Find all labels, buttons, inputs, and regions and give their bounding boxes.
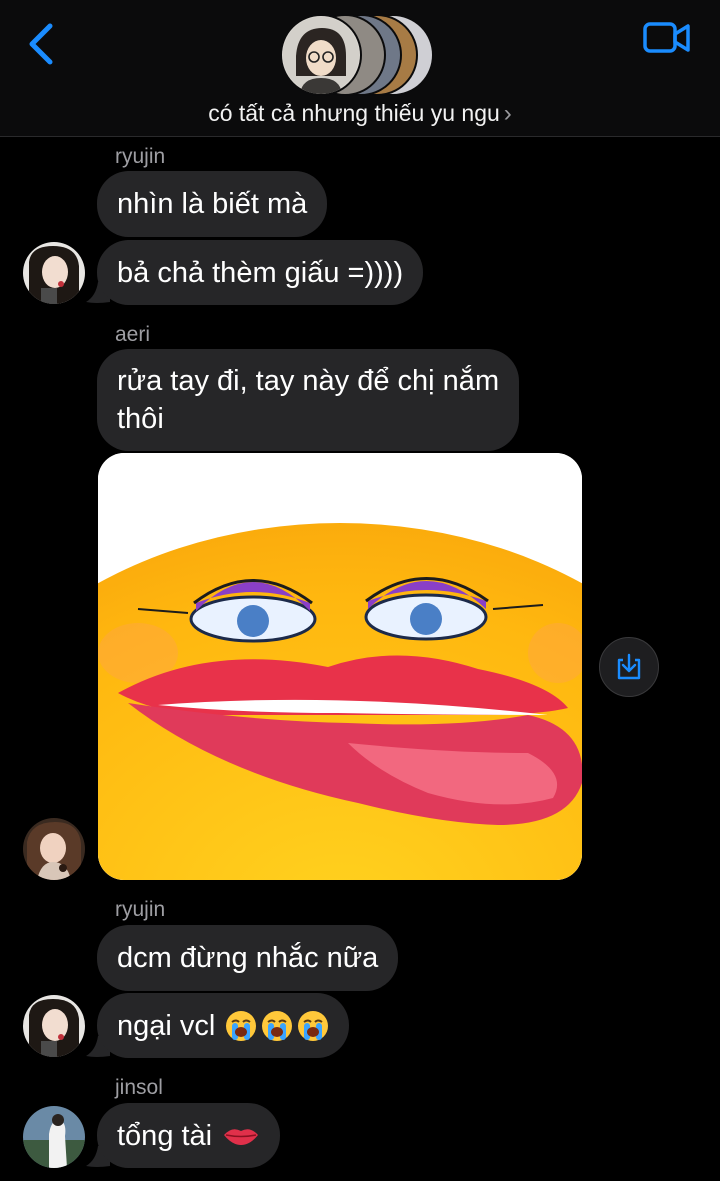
message-bubble[interactable]: rửa tay đi, tay này để chị nắm thôi	[97, 349, 520, 451]
group-title[interactable]: có tất cả nhưng thiếu yu ngu ›	[0, 100, 720, 128]
message-text-line: thôi	[117, 403, 164, 435]
message-bubble[interactable]: bả chả thèm giấu =))))	[97, 240, 424, 305]
group-title-text: có tất cả nhưng thiếu yu ngu	[208, 100, 500, 126]
save-image-button[interactable]	[599, 637, 659, 697]
sender-avatar[interactable]	[23, 995, 85, 1057]
group-avatar-main	[280, 14, 362, 96]
message-bubble[interactable]: tổng tài	[97, 1103, 281, 1168]
chevron-right-icon: ›	[503, 100, 512, 127]
sender-name: aeri	[115, 323, 151, 346]
message-text: tổng tài	[117, 1119, 213, 1152]
chat-header: có tất cả nhưng thiếu yu ngu ›	[0, 0, 720, 137]
sender-avatar[interactable]	[23, 1106, 85, 1168]
sender-avatar[interactable]	[23, 818, 85, 880]
message-bubble[interactable]: ngại vcl	[97, 993, 350, 1058]
message-bubble[interactable]: dcm đừng nhắc nữa	[97, 925, 399, 991]
sender-avatar[interactable]	[23, 242, 85, 304]
image-message[interactable]	[98, 453, 582, 880]
message-text: ngại vcl	[117, 1009, 216, 1042]
group-avatar-stack[interactable]	[280, 14, 440, 96]
loudly-crying-face-icon	[226, 1010, 257, 1041]
video-call-icon[interactable]	[642, 18, 692, 58]
bubble-tail	[86, 858, 110, 880]
sender-name: ryujin	[115, 898, 166, 921]
loudly-crying-face-icon	[298, 1010, 329, 1041]
sender-name: jinsol	[115, 1076, 163, 1099]
crying-emoji-group	[223, 1010, 329, 1042]
back-chevron-icon[interactable]	[22, 20, 62, 70]
download-icon	[617, 653, 641, 680]
message-text: nhìn là biết mà	[117, 188, 308, 220]
message-text: bả chả thèm giấu =))))	[117, 256, 404, 289]
sender-name: ryujin	[115, 145, 166, 168]
loudly-crying-face-icon	[262, 1010, 293, 1041]
message-text: dcm đừng nhắc nữa	[117, 942, 379, 974]
lips-emoji-icon	[224, 1128, 259, 1145]
meme-image	[98, 453, 582, 880]
message-text-line: rửa tay đi, tay này để chị nắm	[117, 365, 500, 397]
message-bubble[interactable]: nhìn là biết mà	[97, 171, 328, 237]
